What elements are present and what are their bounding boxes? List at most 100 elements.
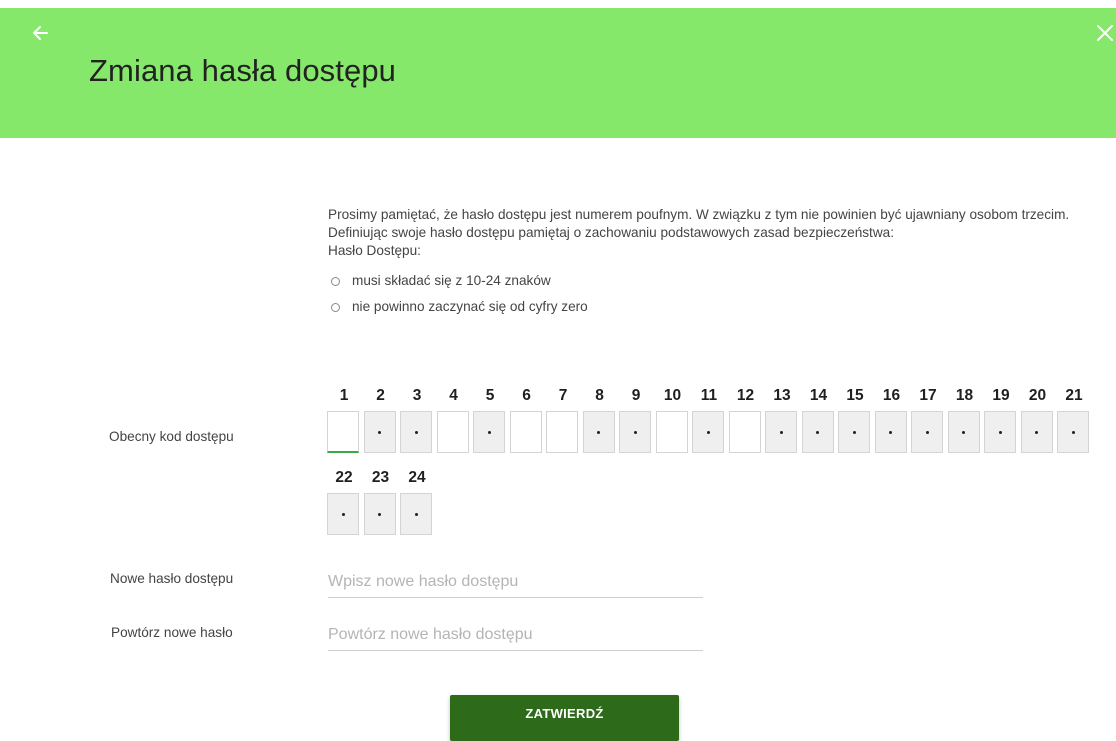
rule-text: nie powinno zaczynać się od cyfry zero [352, 299, 588, 314]
code-position: 15 [838, 381, 872, 453]
code-digit-input [363, 493, 396, 535]
position-number: 9 [631, 387, 641, 404]
code-position: 11 [692, 381, 726, 453]
code-digit-input [984, 411, 1016, 453]
code-position: 1 [327, 381, 361, 453]
current-code-label: Obecny kod dostępu [109, 429, 234, 444]
position-number: 23 [371, 469, 390, 486]
code-position: 22 [327, 463, 361, 535]
code-digit-input[interactable] [436, 411, 469, 453]
circle-bullet-icon [331, 302, 340, 312]
position-number: 7 [558, 387, 568, 404]
masked-dot-icon [1071, 430, 1075, 434]
code-position: 20 [1020, 381, 1055, 453]
position-number: 1 [339, 387, 349, 404]
rule-text: musi składać się z 10-24 znaków [352, 273, 551, 288]
code-position: 2 [363, 381, 398, 453]
circle-bullet-icon [331, 276, 340, 286]
position-number: 21 [1065, 387, 1083, 404]
code-digit-input [473, 411, 505, 453]
masked-dot-icon [378, 512, 381, 516]
masked-dot-icon [1035, 430, 1038, 434]
position-number: 14 [809, 387, 828, 404]
back-button[interactable] [30, 22, 52, 44]
code-position: 4 [436, 381, 471, 453]
code-digit-input[interactable] [546, 411, 578, 453]
position-number: 24 [408, 469, 426, 486]
masked-dot-icon [414, 512, 418, 516]
masked-dot-icon [597, 430, 600, 434]
code-digit-input [801, 411, 834, 453]
masked-dot-icon [852, 430, 856, 434]
masked-dot-icon [706, 430, 710, 434]
masked-dot-icon [962, 430, 965, 434]
position-number: 17 [919, 387, 937, 404]
code-digit-input [874, 411, 907, 453]
rule-item: musi składać się z 10-24 znaków [328, 268, 1088, 294]
masked-dot-icon [816, 430, 819, 434]
code-position: 24 [400, 463, 434, 535]
code-position: 21 [1057, 381, 1091, 453]
page-title: Zmiana hasła dostępu [89, 53, 397, 88]
position-number: 3 [412, 387, 422, 404]
rule-item: nie powinno zaczynać się od cyfry zero [328, 294, 1088, 320]
masked-dot-icon [414, 430, 418, 434]
position-number: 18 [955, 387, 974, 404]
code-position: 7 [546, 381, 580, 453]
masked-dot-icon [378, 430, 381, 434]
code-digit-input[interactable] [327, 411, 359, 453]
password-info: Prosimy pamiętać, że hasło dostępu jest … [328, 206, 1088, 320]
code-digit-input[interactable] [655, 411, 688, 453]
code-digit-input[interactable] [509, 411, 542, 453]
position-number: 8 [595, 387, 604, 404]
position-number: 22 [335, 469, 353, 486]
masked-dot-icon [341, 512, 345, 516]
repeat-password-input[interactable] [328, 620, 703, 651]
position-number: 15 [846, 387, 864, 404]
masked-dot-icon [925, 430, 929, 434]
repeat-password-label: Powtórz nowe hasło [111, 625, 233, 640]
masked-dot-icon [633, 430, 637, 434]
code-digit-input [400, 411, 432, 453]
new-password-input[interactable] [328, 567, 703, 598]
code-digit-input [838, 411, 870, 453]
position-number: 11 [700, 387, 718, 404]
position-number: 6 [522, 387, 531, 404]
position-number: 10 [663, 387, 682, 404]
code-position: 8 [582, 381, 617, 453]
code-position: 23 [363, 463, 398, 535]
position-number: 20 [1028, 387, 1047, 404]
code-digit-input [947, 411, 980, 453]
info-paragraph: Definiując swoje hasło dostępu pamiętaj … [328, 225, 894, 240]
code-digit-input [400, 493, 432, 535]
position-number: 13 [773, 387, 791, 404]
position-number: 4 [449, 387, 458, 404]
info-paragraph: Hasło Dostępu: [328, 243, 421, 258]
position-number: 19 [992, 387, 1010, 404]
position-number: 16 [882, 387, 901, 404]
close-button[interactable] [1094, 22, 1116, 44]
code-digit-input [619, 411, 651, 453]
code-digit-input [911, 411, 943, 453]
code-digit-input [765, 411, 797, 453]
submit-button[interactable]: ZATWIERDŹ [450, 695, 679, 741]
code-digit-input [1057, 411, 1089, 453]
code-digit-input [363, 411, 396, 453]
code-position: 14 [801, 381, 836, 453]
code-digit-input[interactable] [728, 411, 761, 453]
new-password-label: Nowe hasło dostępu [110, 571, 234, 586]
code-position: 9 [619, 381, 653, 453]
position-number: 2 [376, 387, 385, 404]
code-position: 5 [473, 381, 507, 453]
info-paragraph: Prosimy pamiętać, że hasło dostępu jest … [328, 207, 1070, 222]
code-digit-input [582, 411, 615, 453]
code-position: 12 [728, 381, 763, 453]
position-number: 5 [485, 387, 495, 404]
code-position: 17 [911, 381, 945, 453]
code-position: 10 [655, 381, 690, 453]
header-bar: Zmiana hasła dostępu [0, 8, 1116, 138]
code-digit-input [692, 411, 724, 453]
code-digit-input [327, 493, 359, 535]
position-number: 12 [736, 387, 755, 404]
masked-dot-icon [779, 430, 783, 434]
